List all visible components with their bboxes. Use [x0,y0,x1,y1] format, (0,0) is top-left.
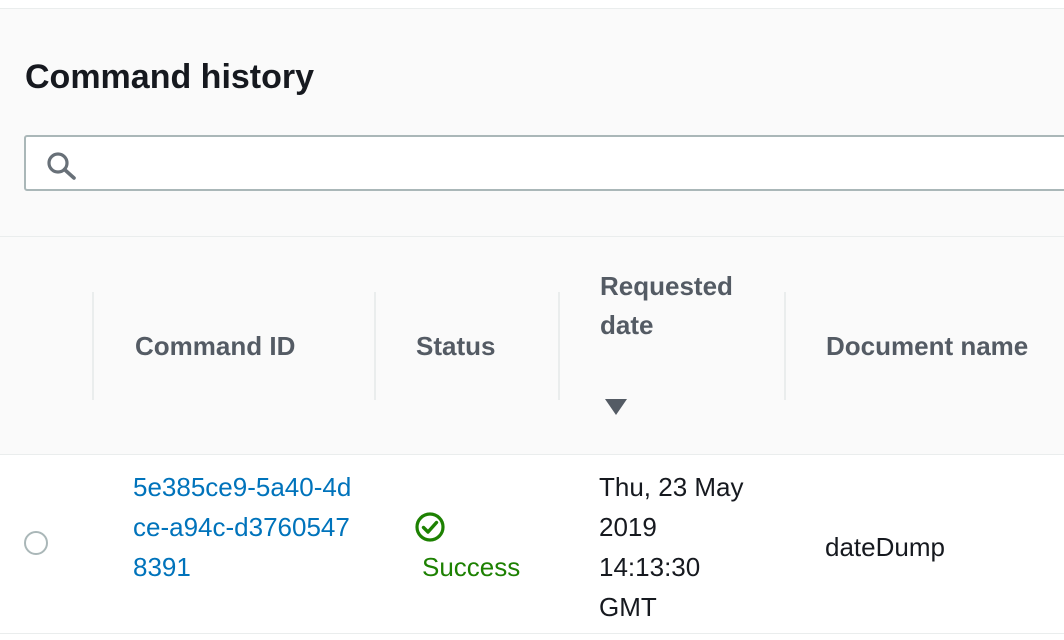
search-input[interactable] [96,143,1060,185]
column-divider [92,292,94,400]
check-circle-icon [415,512,445,542]
table-header: Command ID Status Requested date Documen… [0,237,1064,455]
top-strip [0,0,1064,9]
document-name-value: dateDump [825,532,945,562]
header-area: Command history [0,9,1064,237]
column-divider [784,292,786,400]
row-select-radio[interactable] [24,531,48,555]
search-box[interactable] [24,135,1064,191]
page-title: Command history [25,58,315,96]
column-header-document-name[interactable]: Document name [826,327,1028,366]
caret-down-icon[interactable] [605,399,627,415]
column-header-status[interactable]: Status [416,327,495,366]
column-header-requested-date[interactable]: Requested date [600,267,750,345]
column-divider [374,292,376,400]
column-header-command-id[interactable]: Command ID [135,327,295,366]
command-history-page: Command history Command ID Status Reques… [0,0,1064,640]
table-row[interactable]: 5e385ce9-5a40-4dce-a94c-d37605478391 Suc… [0,455,1064,634]
requested-date-value: Thu, 23 May 2019 14:13:30 GMT [599,472,744,622]
command-id-link[interactable]: 5e385ce9-5a40-4dce-a94c-d37605478391 [133,467,353,587]
column-divider [558,292,560,400]
status-text: Success [422,552,521,582]
search-icon [47,152,76,180]
